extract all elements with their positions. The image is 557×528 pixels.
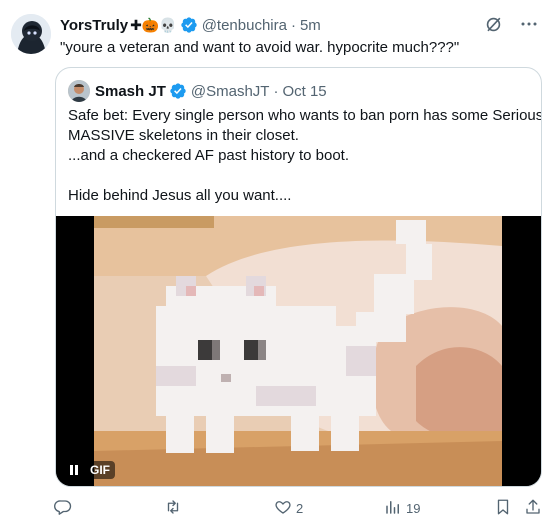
author-handle[interactable]: @tenbuchira (202, 17, 287, 34)
quote-line (68, 166, 541, 186)
quote-author-name: Smash JT (95, 82, 166, 100)
verified-icon (169, 82, 187, 100)
pause-icon[interactable] (70, 465, 78, 475)
bookmark-button[interactable] (494, 496, 512, 520)
dot-separator: · (273, 82, 279, 100)
quote-line: MASSIVE skeletons in their closet. (68, 127, 299, 144)
tweet-header: YorsTruly ✚🎃💀 @tenbuchira · 5m (60, 14, 321, 36)
bookmark-icon (494, 498, 512, 519)
author-emojis: ✚🎃💀 (130, 16, 177, 33)
views-button[interactable]: 19 (384, 496, 420, 520)
gif-controls: GIF (70, 460, 115, 480)
like-count: 2 (296, 500, 304, 516)
quote-date: Oct 15 (282, 82, 327, 100)
grok-icon[interactable] (483, 14, 503, 34)
views-icon (384, 498, 402, 519)
quote-line: ...and a checkered AF past history to bo… (68, 147, 349, 164)
like-icon (274, 498, 292, 519)
retweet-button[interactable] (164, 496, 186, 520)
quote-text: Safe bet: Every single person who wants … (68, 106, 542, 206)
gif-media[interactable]: GIF (56, 216, 541, 486)
tweet-time[interactable]: 5m (300, 17, 321, 34)
quote-line: Safe bet: Every single person who wants … (68, 107, 542, 124)
verified-icon (180, 16, 198, 34)
quote-author-handle: @SmashJT (190, 82, 270, 100)
dot-separator: · (290, 16, 296, 34)
share-icon (524, 498, 542, 519)
like-button[interactable]: 2 (274, 496, 303, 520)
quoted-tweet[interactable]: Smash JT @SmashJT · Oct 15 Safe bet: Eve… (55, 67, 542, 487)
quote-line: Hide behind Jesus all you want.... (68, 187, 292, 204)
reply-icon (54, 498, 72, 519)
author-avatar[interactable] (11, 14, 51, 54)
quote-header: Smash JT @SmashJT · Oct 15 (68, 80, 327, 102)
reply-button[interactable] (54, 496, 76, 520)
quote-author-avatar (68, 80, 90, 102)
author-name[interactable]: YorsTruly (60, 17, 128, 34)
tweet-top-actions (483, 14, 539, 34)
tweet-action-bar: 2 19 (54, 496, 544, 520)
share-button[interactable] (524, 496, 542, 520)
gif-badge: GIF (85, 461, 115, 479)
retweet-icon (164, 498, 182, 519)
gif-frame (56, 216, 541, 486)
views-count: 19 (406, 500, 421, 516)
more-icon[interactable] (519, 14, 539, 34)
tweet-text: "youre a veteran and want to avoid war. … (60, 39, 460, 56)
